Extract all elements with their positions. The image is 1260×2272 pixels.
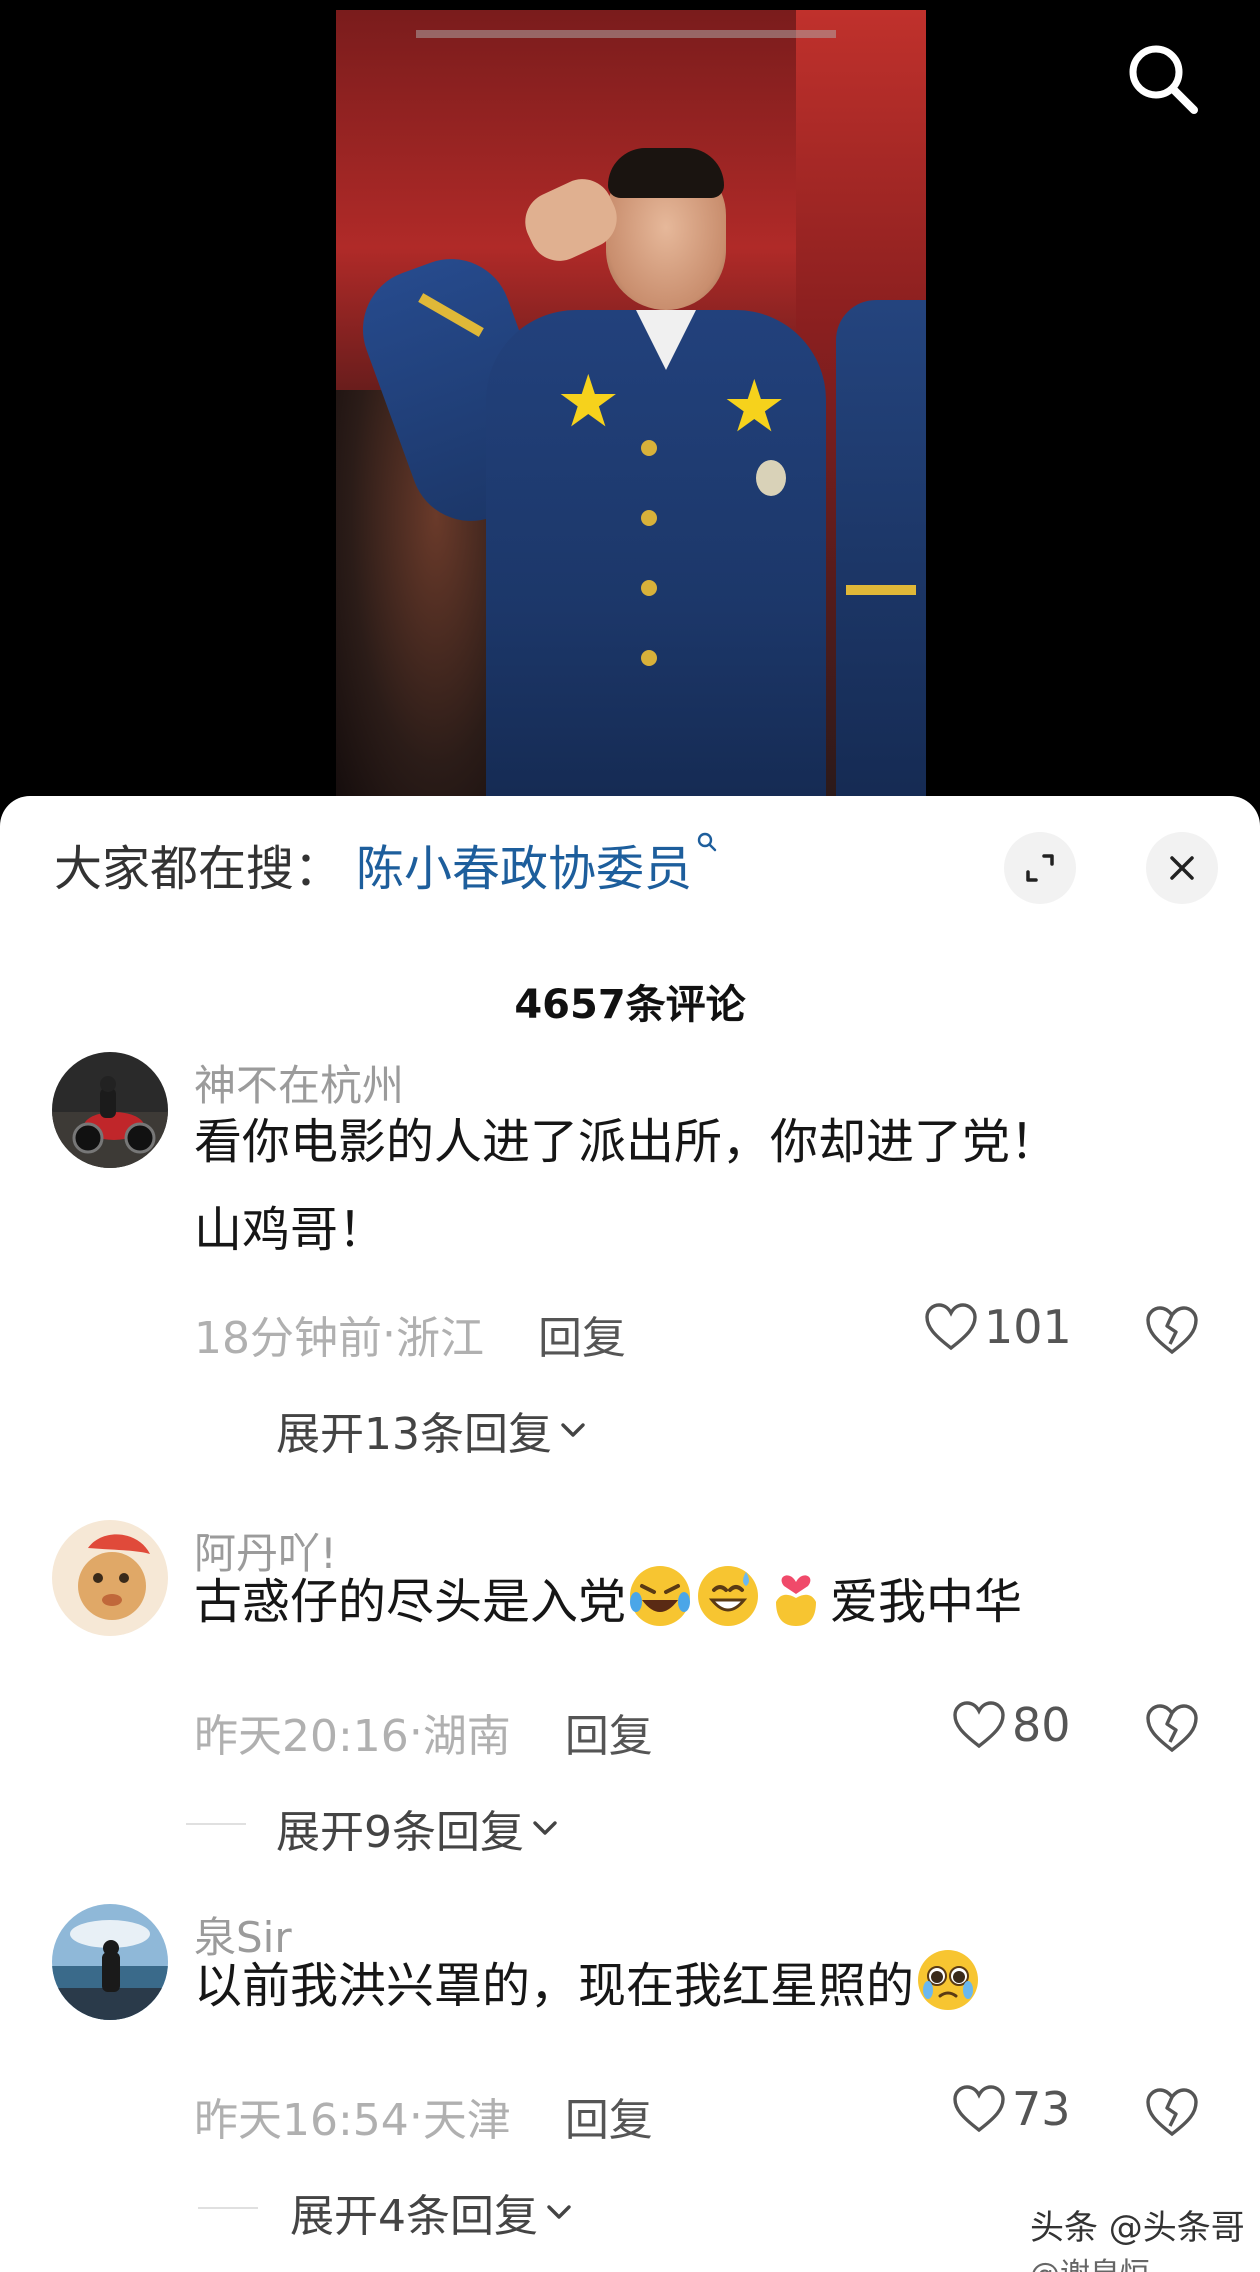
expand-replies-button[interactable]: 展开9条回复 — [186, 1796, 562, 1860]
chevron-down-icon — [547, 2205, 571, 2219]
comment-meta: 昨天20:16 · 湖南 回复 — [194, 1700, 653, 1764]
expand-replies-label[interactable]: 展开4条回复 — [290, 2180, 538, 2244]
heart-icon — [925, 1303, 977, 1351]
uniform-button — [641, 580, 657, 596]
expand-panel-button[interactable] — [1004, 832, 1076, 904]
comment-location: 天津 — [422, 2095, 511, 2146]
expand-icon — [1026, 854, 1054, 882]
avatar[interactable] — [52, 1904, 168, 2020]
avatar[interactable] — [52, 1052, 168, 1168]
uniform-button — [641, 650, 657, 666]
reply-button[interactable]: 回复 — [565, 2084, 653, 2148]
comment-meta: 18分钟前 · 浙江 回复 — [194, 1302, 626, 1366]
like-count: 73 — [1012, 2082, 1071, 2136]
comments-panel: 大家都在搜： 陈小春政协委员 4657条评论 神不在杭州 看你电影的人进了派出所… — [0, 796, 1260, 2272]
expand-replies-button[interactable]: 展开13条回复 — [276, 1398, 590, 1462]
comment-content-line: 看你电影的人进了派出所，你却进了党！ — [194, 1114, 1059, 1170]
uniform-button — [641, 440, 657, 456]
like-button[interactable]: 80 — [952, 1698, 1071, 1752]
comment-meta: 昨天16:54 · 天津 回复 — [194, 2084, 653, 2148]
broken-heart-icon[interactable] — [1144, 1302, 1200, 1358]
meta-separator: · — [408, 2090, 423, 2142]
meta-separator: · — [382, 1308, 396, 1360]
medal — [756, 460, 786, 496]
comment-time: 18分钟前 — [194, 1313, 382, 1364]
reply-button[interactable]: 回复 — [538, 1302, 626, 1366]
sleeve-stripe — [846, 585, 916, 595]
comment-location: 湖南 — [422, 1711, 511, 1762]
like-count: 101 — [984, 1300, 1072, 1354]
expand-replies-label[interactable]: 展开9条回复 — [276, 1796, 524, 1860]
video-player[interactable]: ★ ★ — [0, 0, 1260, 840]
comment-content-line: 山鸡哥！ — [194, 1202, 387, 1258]
watermark-sub: @谢泉恒 — [1030, 2249, 1245, 2272]
watermark: 头条 @头条哥 @谢泉恒 — [1030, 2200, 1245, 2272]
comment-location: 浙江 — [396, 1313, 484, 1364]
uniform-button — [641, 510, 657, 526]
second-officer — [836, 300, 926, 802]
comment-content-tail: 爱我中华 — [830, 1574, 1023, 1630]
stage-rail — [416, 30, 836, 38]
broken-heart-icon[interactable] — [1144, 1700, 1200, 1756]
pleading-face-emoji-icon — [918, 1950, 979, 2010]
reply-divider-line — [198, 2207, 258, 2209]
comment-time: 昨天20:16 — [194, 1711, 409, 1762]
like-count: 80 — [1012, 1698, 1071, 1752]
comment-content: 古惑仔的尽头是入党 爱我中华 — [194, 1558, 1204, 1646]
close-icon — [1170, 856, 1194, 880]
hot-search-link[interactable]: 陈小春政协委员 — [356, 829, 718, 899]
officer-hair — [608, 148, 724, 198]
hot-search-bar: 大家都在搜： 陈小春政协委员 — [54, 832, 718, 897]
heart-icon — [953, 2085, 1005, 2133]
collar-star-left-icon: ★ — [556, 359, 621, 443]
hot-search-query[interactable]: 陈小春政协委员 — [356, 829, 692, 899]
broken-heart-icon[interactable] — [1144, 2084, 1200, 2140]
like-button[interactable]: 101 — [924, 1300, 1072, 1354]
comment-content-text: 以前我洪兴罩的，现在我红星照的 — [194, 1958, 915, 2014]
chevron-down-icon — [561, 1423, 585, 1437]
comment-time: 昨天16:54 — [194, 2095, 409, 2146]
avatar[interactable] — [52, 1520, 168, 1636]
expand-replies-label[interactable]: 展开13条回复 — [276, 1398, 552, 1462]
watermark-main: 头条 @头条哥 — [1030, 2208, 1245, 2248]
hot-search-label: 大家都在搜： — [54, 841, 343, 897]
reply-button[interactable]: 回复 — [565, 1700, 653, 1764]
comment-content: 看你电影的人进了派出所，你却进了党！ 山鸡哥！ — [194, 1098, 1204, 1274]
video-thumbnail: ★ ★ — [336, 10, 926, 802]
close-panel-button[interactable] — [1146, 832, 1218, 904]
sweat-smile-emoji-icon — [698, 1566, 759, 1626]
comment-content-text: 古惑仔的尽头是入党 — [194, 1574, 627, 1630]
reply-divider-line — [186, 1823, 246, 1825]
comment-count: 4657条评论 — [514, 982, 746, 1028]
meta-separator: · — [408, 1706, 423, 1758]
collar-star-right-icon: ★ — [722, 364, 787, 448]
heart-hands-emoji-icon — [776, 1575, 817, 1626]
expand-replies-button[interactable]: 展开4条回复 — [198, 2180, 576, 2244]
chevron-down-icon — [533, 1821, 557, 1835]
search-icon[interactable] — [1124, 40, 1202, 118]
heart-icon — [953, 1701, 1005, 1749]
rofl-emoji-icon — [630, 1566, 691, 1626]
search-small-icon — [697, 832, 717, 852]
like-button[interactable]: 73 — [952, 2082, 1071, 2136]
comment-content: 以前我洪兴罩的，现在我红星照的 — [194, 1942, 1204, 2030]
